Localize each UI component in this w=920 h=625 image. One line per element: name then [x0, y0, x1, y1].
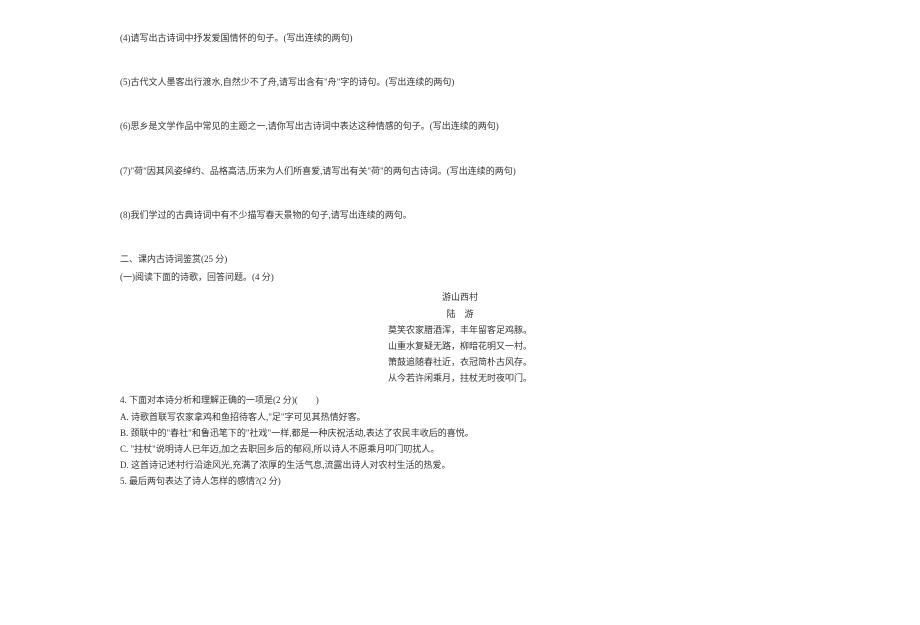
poem-line-1-text: 莫笑农家腊酒浑，丰年留客足鸡豚。 — [388, 325, 532, 335]
poem-title-text: 游山西村 — [442, 292, 478, 302]
option-a-text: A. 诗歌首联写农家拿鸡和鱼招待客人,"足"字可见其热情好客。 — [120, 412, 366, 422]
poem-author-text: 陆 游 — [446, 309, 473, 319]
question-7-text: (7)"荷"因其风姿绰约、品格高洁,历来为人们所喜爱,请写出有关"荷"的两句古诗… — [120, 166, 516, 176]
section-2-title-text: 二、课内古诗词鉴赏(25 分) — [120, 254, 227, 264]
option-c-text: C. "拄杖"说明诗人已年迈,加之去职回乡后的郁闷,所以诗人不愿乘月叩门叨扰人。 — [120, 444, 439, 454]
poem-title: 游山西村 — [120, 289, 800, 305]
option-d-text: D. 这首诗记述村行沿途风光,充满了浓厚的生活气息,流露出诗人对农村生活的热爱。 — [120, 460, 451, 470]
sub-question-5-text: 5. 最后两句表达了诗人怎样的感情?(2 分) — [120, 476, 281, 486]
question-5: (5)古代文人墨客出行渡水,自然少不了舟,请写出含有"舟"字的诗句。(写出连续的… — [120, 74, 800, 90]
poem-line-3: 箫鼓追随春社近，衣冠简朴古风存。 — [120, 354, 800, 370]
option-a: A. 诗歌首联写农家拿鸡和鱼招待客人,"足"字可见其热情好客。 — [120, 409, 800, 425]
question-8-text: (8)我们学过的古典诗词中有不少描写春天景物的句子,请写出连续的两句。 — [120, 210, 412, 220]
mc-question-4: 4. 下面对本诗分析和理解正确的一项是(2 分)( ) — [120, 392, 800, 408]
poem-line-3-text: 箫鼓追随春社近，衣冠简朴古风存。 — [388, 357, 532, 367]
sub-question-5: 5. 最后两句表达了诗人怎样的感情?(2 分) — [120, 473, 800, 489]
poem-line-4: 从今若许闲乘月，拄杖无时夜叩门。 — [120, 370, 800, 386]
question-6: (6)思乡是文学作品中常见的主题之一,请你写出古诗词中表达这种情感的句子。(写出… — [120, 118, 800, 134]
question-8: (8)我们学过的古典诗词中有不少描写春天景物的句子,请写出连续的两句。 — [120, 207, 800, 223]
option-b-text: B. 颈联中的"春社"和鲁迅笔下的"社戏"一样,都是一种庆祝活动,表达了农民丰收… — [120, 428, 474, 438]
question-6-text: (6)思乡是文学作品中常见的主题之一,请你写出古诗词中表达这种情感的句子。(写出… — [120, 121, 499, 131]
question-4-text: (4)请写出古诗词中抒发爱国情怀的句子。(写出连续的两句) — [120, 33, 353, 43]
option-d: D. 这首诗记述村行沿途风光,充满了浓厚的生活气息,流露出诗人对农村生活的热爱。 — [120, 457, 800, 473]
option-b: B. 颈联中的"春社"和鲁迅笔下的"社戏"一样,都是一种庆祝活动,表达了农民丰收… — [120, 425, 800, 441]
poem-line-2-text: 山重水复疑无路，柳暗花明又一村。 — [388, 341, 532, 351]
reading-1-intro-text: (一)阅读下面的诗歌，回答问题。(4 分) — [120, 272, 274, 282]
reading-1-intro: (一)阅读下面的诗歌，回答问题。(4 分) — [120, 269, 800, 285]
section-2-title: 二、课内古诗词鉴赏(25 分) — [120, 251, 800, 267]
question-5-text: (5)古代文人墨客出行渡水,自然少不了舟,请写出含有"舟"字的诗句。(写出连续的… — [120, 77, 454, 87]
poem-line-2: 山重水复疑无路，柳暗花明又一村。 — [120, 338, 800, 354]
poem-line-4-text: 从今若许闲乘月，拄杖无时夜叩门。 — [388, 373, 532, 383]
mc-question-4-text: 4. 下面对本诗分析和理解正确的一项是(2 分)( ) — [120, 395, 319, 405]
poem-line-1: 莫笑农家腊酒浑，丰年留客足鸡豚。 — [120, 322, 800, 338]
option-c: C. "拄杖"说明诗人已年迈,加之去职回乡后的郁闷,所以诗人不愿乘月叩门叨扰人。 — [120, 441, 800, 457]
question-7: (7)"荷"因其风姿绰约、品格高洁,历来为人们所喜爱,请写出有关"荷"的两句古诗… — [120, 163, 800, 179]
question-4: (4)请写出古诗词中抒发爱国情怀的句子。(写出连续的两句) — [120, 30, 800, 46]
poem-author: 陆 游 — [120, 306, 800, 322]
